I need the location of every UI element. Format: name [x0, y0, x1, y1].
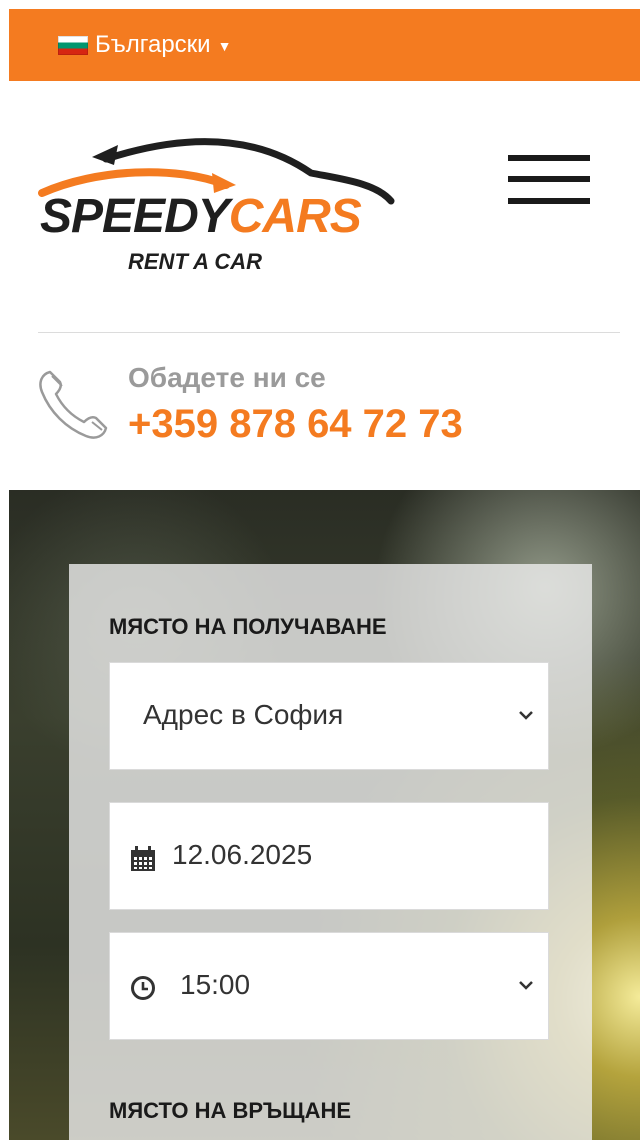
pickup-location-select[interactable]: Адрес в София — [109, 662, 549, 770]
language-label: Български — [95, 31, 211, 58]
phone-number-link[interactable]: +359 878 64 72 73 — [128, 402, 463, 447]
chevron-down-icon — [519, 711, 533, 720]
logo-tagline: RENT A CAR — [128, 249, 263, 274]
hamburger-icon — [508, 155, 590, 161]
call-us-label: Обадете ни се — [128, 362, 326, 393]
bulgaria-flag-icon — [58, 35, 88, 55]
return-location-label: МЯСТО НА ВРЪЩАНЕ — [109, 1098, 352, 1123]
clock-icon — [131, 976, 155, 1000]
pickup-date-input[interactable]: 12.06.2025 — [109, 802, 549, 910]
phone-icon — [39, 370, 108, 439]
pickup-time-value: 15:00 — [180, 969, 251, 1000]
language-selector[interactable]: Български ▼ — [58, 31, 231, 59]
logo-wordmark: SPEEDYCARS — [40, 190, 362, 243]
menu-toggle-button[interactable] — [508, 155, 590, 207]
calendar-icon — [131, 846, 155, 871]
caret-down-icon: ▼ — [217, 38, 232, 54]
top-bar: Български ▼ — [9, 9, 640, 81]
site-logo[interactable]: SPEEDYCARS RENT A CAR — [36, 135, 396, 275]
pickup-location-label: МЯСТО НА ПОЛУЧАВАНЕ — [109, 614, 387, 639]
pickup-time-select[interactable]: 15:00 — [109, 932, 549, 1040]
pickup-date-value: 12.06.2025 — [172, 839, 313, 870]
hero-background: МЯСТО НА ПОЛУЧАВАНЕ Адрес в София 12.06.… — [9, 490, 640, 1140]
header-divider — [38, 332, 620, 333]
chevron-down-icon — [519, 981, 533, 990]
booking-form: МЯСТО НА ПОЛУЧАВАНЕ Адрес в София 12.06.… — [69, 564, 592, 1140]
pickup-location-value: Адрес в София — [143, 699, 344, 730]
